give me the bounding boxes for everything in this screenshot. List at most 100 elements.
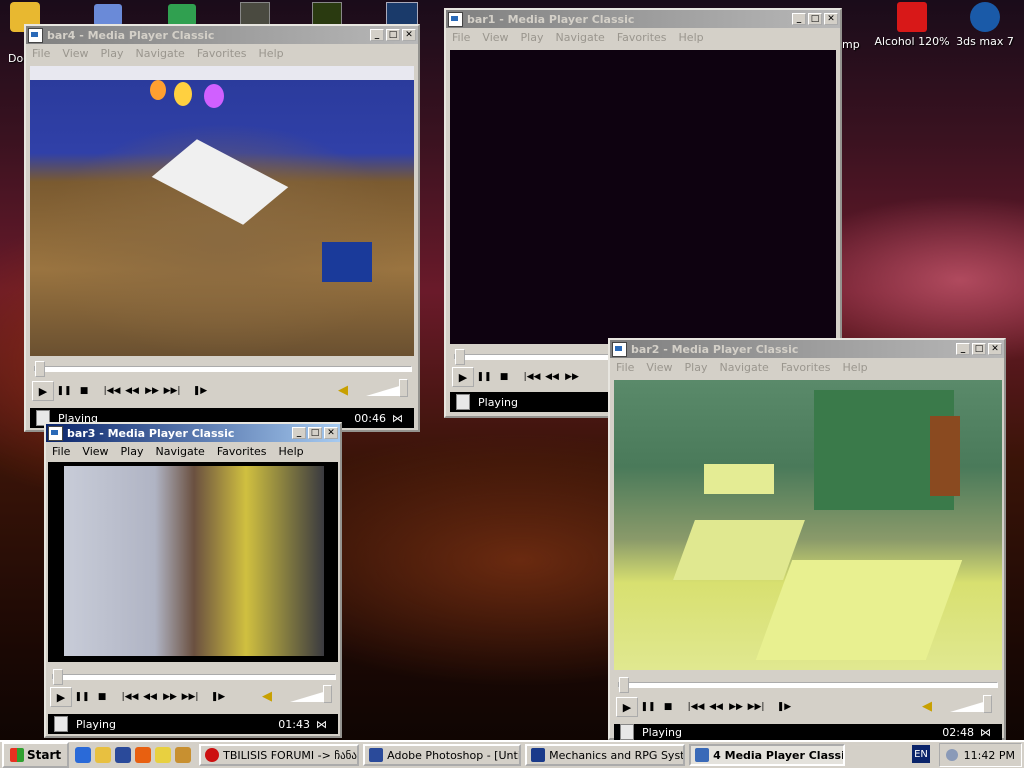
stop-button[interactable]: ■: [494, 368, 514, 386]
fast-forward-button[interactable]: ▶▶: [160, 688, 180, 706]
next-button[interactable]: ▶▶|: [162, 382, 182, 400]
video-area[interactable]: [30, 66, 414, 356]
video-area[interactable]: [614, 380, 1002, 670]
titlebar[interactable]: bar1 - Media Player Classic _ □ ✕: [446, 10, 840, 28]
task-button-photoshop[interactable]: Adobe Photoshop - [Unti...: [363, 744, 522, 766]
rewind-button[interactable]: ◀◀: [122, 382, 142, 400]
menu-favorites[interactable]: Favorites: [775, 361, 837, 374]
menu-help[interactable]: Help: [253, 47, 290, 60]
tool-icon[interactable]: [155, 747, 172, 763]
prev-button[interactable]: |◀◀: [522, 368, 542, 386]
volume-slider[interactable]: [366, 379, 410, 398]
menu-favorites[interactable]: Favorites: [611, 31, 673, 44]
video-area[interactable]: [450, 50, 836, 344]
desktop-icon-alcohol[interactable]: Alcohol 120%: [872, 2, 952, 48]
desktop-icon-partial-6[interactable]: [386, 2, 418, 26]
minimize-button[interactable]: _: [956, 343, 970, 355]
pause-button[interactable]: ❚❚: [638, 698, 658, 716]
seek-thumb[interactable]: [619, 677, 629, 693]
speaker-icon[interactable]: ◀: [338, 384, 352, 398]
rewind-button[interactable]: ◀◀: [140, 688, 160, 706]
pause-button[interactable]: ❚❚: [72, 688, 92, 706]
maximize-button[interactable]: □: [386, 29, 400, 41]
desktop-icon-partial-2[interactable]: [94, 4, 122, 26]
play-button[interactable]: ▶: [32, 381, 54, 401]
minimize-button[interactable]: _: [292, 427, 306, 439]
titlebar[interactable]: bar3 - Media Player Classic _ □ ✕: [46, 424, 340, 442]
titlebar[interactable]: bar4 - Media Player Classic _ □ ✕: [26, 26, 418, 44]
prev-button[interactable]: |◀◀: [102, 382, 122, 400]
menu-view[interactable]: View: [640, 361, 678, 374]
seek-thumb[interactable]: [53, 669, 63, 685]
play-button[interactable]: ▶: [50, 687, 72, 707]
next-button[interactable]: ▶▶|: [746, 698, 766, 716]
frame-step-button[interactable]: ❚▶: [774, 698, 794, 716]
seek-bar[interactable]: [52, 669, 336, 685]
language-indicator[interactable]: EN: [912, 745, 930, 763]
menu-play[interactable]: Play: [679, 361, 714, 374]
menu-view[interactable]: View: [56, 47, 94, 60]
menu-navigate[interactable]: Navigate: [129, 47, 190, 60]
volume-slider[interactable]: [290, 685, 334, 704]
fast-forward-button[interactable]: ▶▶: [726, 698, 746, 716]
menu-help[interactable]: Help: [273, 445, 310, 458]
folder-icon[interactable]: [95, 747, 112, 763]
minimize-button[interactable]: _: [370, 29, 384, 41]
video-area[interactable]: [48, 462, 338, 662]
menu-favorites[interactable]: Favorites: [211, 445, 273, 458]
close-button[interactable]: ✕: [988, 343, 1002, 355]
task-button-mpc[interactable]: 4 Media Player Classic ▼: [689, 744, 846, 766]
seek-thumb[interactable]: [455, 349, 465, 365]
menu-favorites[interactable]: Favorites: [191, 47, 253, 60]
menu-navigate[interactable]: Navigate: [713, 361, 774, 374]
next-button[interactable]: ▶▶|: [180, 688, 200, 706]
minimize-button[interactable]: _: [792, 13, 806, 25]
seek-bar[interactable]: [34, 361, 412, 377]
stop-button[interactable]: ■: [92, 688, 112, 706]
speaker-icon[interactable]: ◀: [262, 690, 276, 704]
menu-file[interactable]: File: [610, 361, 640, 374]
speaker-icon[interactable]: ◀: [922, 700, 936, 714]
ie-icon[interactable]: [75, 747, 92, 763]
clock-icon[interactable]: [945, 749, 958, 761]
firefox-icon[interactable]: [135, 747, 152, 763]
maximize-button[interactable]: □: [808, 13, 822, 25]
rewind-button[interactable]: ◀◀: [706, 698, 726, 716]
clock[interactable]: 11:42 PM: [964, 749, 1015, 762]
menu-help[interactable]: Help: [673, 31, 710, 44]
menu-play[interactable]: Play: [115, 445, 150, 458]
frame-step-button[interactable]: ❚▶: [208, 688, 228, 706]
menu-file[interactable]: File: [46, 445, 76, 458]
menu-navigate[interactable]: Navigate: [149, 445, 210, 458]
prev-button[interactable]: |◀◀: [686, 698, 706, 716]
seek-bar[interactable]: [618, 677, 998, 693]
task-button-word[interactable]: Mechanics and RPG Syst...: [525, 744, 686, 766]
menu-file[interactable]: File: [446, 31, 476, 44]
media-icon[interactable]: [115, 747, 132, 763]
menu-navigate[interactable]: Navigate: [549, 31, 610, 44]
play-button[interactable]: ▶: [452, 367, 474, 387]
menu-view[interactable]: View: [76, 445, 114, 458]
menu-help[interactable]: Help: [837, 361, 874, 374]
stop-button[interactable]: ■: [74, 382, 94, 400]
desktop-icon-partial-3[interactable]: [168, 4, 196, 26]
volume-slider[interactable]: [950, 695, 994, 714]
menu-play[interactable]: Play: [95, 47, 130, 60]
maximize-button[interactable]: □: [308, 427, 322, 439]
prev-button[interactable]: |◀◀: [120, 688, 140, 706]
rewind-button[interactable]: ◀◀: [542, 368, 562, 386]
menu-file[interactable]: File: [26, 47, 56, 60]
start-button[interactable]: Start: [2, 742, 70, 768]
app-icon[interactable]: [175, 747, 192, 763]
menu-view[interactable]: View: [476, 31, 514, 44]
titlebar[interactable]: bar2 - Media Player Classic _ □ ✕: [610, 340, 1004, 358]
maximize-button[interactable]: □: [972, 343, 986, 355]
pause-button[interactable]: ❚❚: [54, 382, 74, 400]
fast-forward-button[interactable]: ▶▶: [142, 382, 162, 400]
menu-play[interactable]: Play: [515, 31, 550, 44]
close-button[interactable]: ✕: [824, 13, 838, 25]
desktop-icon-3dsmax[interactable]: 3ds max 7: [945, 2, 1024, 48]
frame-step-button[interactable]: ❚▶: [190, 382, 210, 400]
pause-button[interactable]: ❚❚: [474, 368, 494, 386]
seek-thumb[interactable]: [35, 361, 45, 377]
